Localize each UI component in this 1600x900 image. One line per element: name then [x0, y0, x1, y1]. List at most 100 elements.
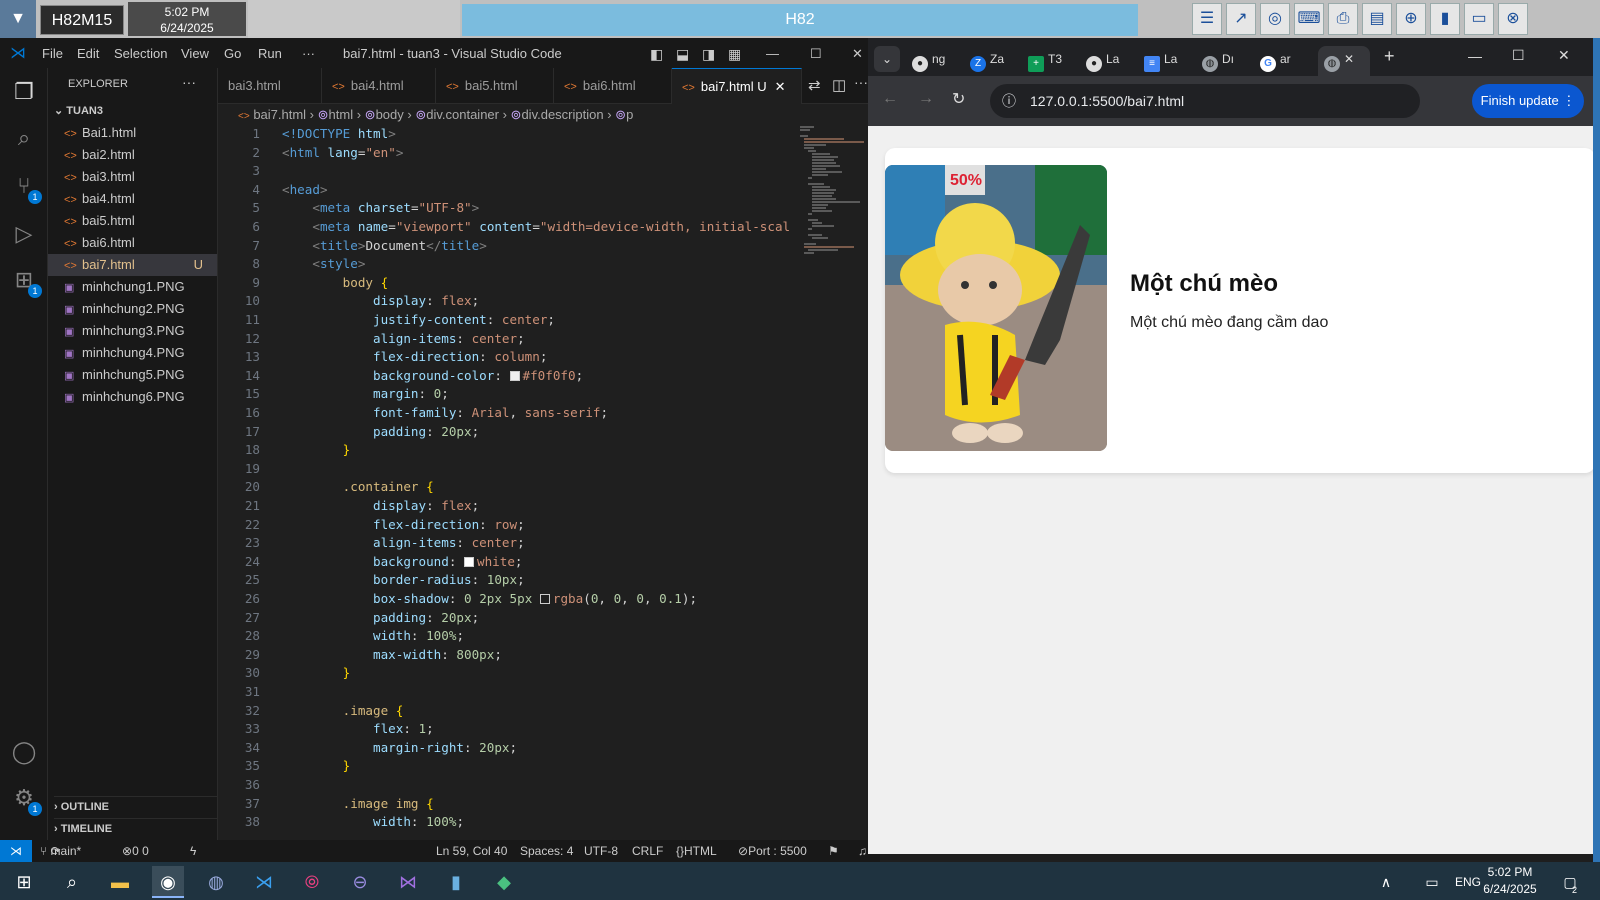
live-server[interactable]: ⊘ Port : 5500	[738, 840, 807, 862]
site-info-icon[interactable]: ⓘ	[1002, 84, 1016, 118]
layout-panel-icon[interactable]: ⬓	[676, 46, 689, 63]
bolt-icon[interactable]: ϟ	[190, 840, 196, 862]
vscode-icon[interactable]: ⋊	[248, 866, 280, 898]
bell-icon[interactable]: ♫	[858, 840, 867, 862]
recorder-icon[interactable]: ⦾	[296, 866, 328, 898]
file-explorer-icon[interactable]: ▬	[104, 866, 136, 898]
file-bai2[interactable]: <> bai2.html	[48, 144, 217, 166]
close-icon[interactable]: ✕	[1344, 52, 1354, 66]
layout-secondary-icon[interactable]: ◨	[702, 46, 715, 63]
visual-studio-icon[interactable]: ⋈	[392, 866, 424, 898]
breadcrumb-item[interactable]: div.container	[426, 107, 499, 122]
line-ending[interactable]: CRLF	[632, 840, 663, 862]
search-icon[interactable]: ⌕	[10, 124, 38, 152]
outline-section[interactable]: › OUTLINE	[54, 796, 217, 813]
more-icon[interactable]: ···	[182, 74, 196, 90]
chevron-up-icon[interactable]: ∧	[1370, 866, 1402, 898]
menu-edit[interactable]: Edit	[77, 46, 99, 61]
back-icon[interactable]: ←	[882, 90, 898, 108]
chart-icon[interactable]: ↗	[1226, 3, 1256, 35]
reload-icon[interactable]: ↻	[952, 89, 965, 109]
file-bai5[interactable]: <> bai5.html	[48, 210, 217, 232]
git-icon[interactable]: ◆	[488, 866, 520, 898]
minimize-icon[interactable]: —	[1468, 48, 1482, 64]
menu-selection[interactable]: Selection	[114, 46, 167, 61]
chevron-down-icon[interactable]: ▼	[0, 0, 36, 38]
layout-sidebar-icon[interactable]: ◧	[650, 46, 663, 63]
run-debug-icon[interactable]: ▷	[10, 220, 38, 248]
timeline-section[interactable]: › TIMELINE	[54, 818, 217, 835]
feedback-icon[interactable]: ⚑	[828, 840, 839, 862]
chrome-tab[interactable]: Gar	[1260, 46, 1300, 72]
chrome-tab[interactable]: ≡ La	[1144, 46, 1184, 72]
file-bai4[interactable]: <> bai4.html	[48, 188, 217, 210]
notebook-icon[interactable]: ▮	[440, 866, 472, 898]
close-icon[interactable]: ✕	[852, 46, 863, 62]
help-icon[interactable]: ⊗	[1498, 3, 1528, 35]
chat-icon[interactable]: ▭	[1464, 3, 1494, 35]
menu-more[interactable]: ···	[302, 46, 315, 61]
book-icon[interactable]: ▮	[1430, 3, 1460, 35]
file-minhchung3[interactable]: ▣ minhchung3.PNG	[48, 320, 217, 342]
code-editor[interactable]: 1 <!DOCTYPE html> 2 <html lang="en"> 3 4 <h…	[218, 126, 796, 840]
chrome-tab[interactable]: Z Za	[970, 46, 1010, 72]
close-icon[interactable]: ✕	[775, 79, 786, 94]
chrome-tab[interactable]: ● ng	[912, 46, 952, 72]
keyboard-icon[interactable]: ⌨	[1294, 3, 1324, 35]
printer-icon[interactable]: ⎙	[1328, 3, 1358, 35]
chrome-icon[interactable]: ◉	[152, 866, 184, 898]
minimize-icon[interactable]: —	[766, 46, 779, 61]
notifications-icon[interactable]: ▢ 2	[1554, 866, 1586, 898]
taskbar-clock[interactable]: 5:02 PM 6/24/2025	[1470, 864, 1550, 900]
menu-go[interactable]: Go	[224, 46, 241, 61]
remote-icon[interactable]: ⋊	[0, 840, 32, 862]
globe-icon[interactable]: ⊕	[1396, 3, 1426, 35]
cursor-position[interactable]: Ln 59, Col 40	[436, 840, 507, 862]
minimap[interactable]	[796, 126, 866, 840]
file-minhchung6[interactable]: ▣ minhchung6.PNG	[48, 386, 217, 408]
finish-update-button[interactable]: Finish update ⋮	[1472, 84, 1584, 118]
split-editor-icon[interactable]: ◫	[832, 76, 846, 94]
new-tab-icon[interactable]: +	[1384, 46, 1395, 67]
encoding[interactable]: UTF-8	[584, 840, 618, 862]
file-minhchung1[interactable]: ▣ minhchung1.PNG	[48, 276, 217, 298]
branch-indicator[interactable]: ⑂ main* ⟳	[40, 840, 81, 862]
file-bai3[interactable]: <> bai3.html	[48, 166, 217, 188]
breadcrumb-item[interactable]: div.description	[521, 107, 603, 122]
tab-search-icon[interactable]: ⌄	[874, 46, 900, 72]
breadcrumb-item[interactable]: html	[329, 107, 354, 122]
file-bai6[interactable]: <> bai6.html	[48, 232, 217, 254]
problems-indicator[interactable]: ⊗ 0 0	[122, 840, 149, 862]
tab-bai5[interactable]: <> bai5.html	[436, 68, 554, 104]
file-minhchung2[interactable]: ▣ minhchung2.PNG	[48, 298, 217, 320]
chrome-tab[interactable]: + T3	[1028, 46, 1068, 72]
settings-gear-icon[interactable]: ⚙ 1	[10, 784, 42, 816]
menu-view[interactable]: View	[181, 46, 209, 61]
layout-custom-icon[interactable]: ▦	[728, 46, 741, 63]
files-icon[interactable]: ❐	[10, 78, 38, 106]
close-icon[interactable]: ✕	[1558, 47, 1570, 64]
search-icon[interactable]: ⌕	[56, 866, 88, 898]
list-icon[interactable]: ☰	[1192, 3, 1222, 35]
file-minhchung5[interactable]: ▣ minhchung5.PNG	[48, 364, 217, 386]
file-minhchung4[interactable]: ▣ minhchung4.PNG	[48, 342, 217, 364]
chrome-tab-active[interactable]: ◍ ✕	[1318, 46, 1370, 76]
tab-bai3[interactable]: bai3.html	[218, 68, 322, 104]
window-icon[interactable]: ▤	[1362, 3, 1392, 35]
maximize-icon[interactable]: ☐	[810, 46, 822, 62]
network-icon[interactable]: ▭	[1416, 866, 1448, 898]
language-mode[interactable]: {} HTML	[676, 840, 717, 862]
chrome-tab[interactable]: ● La	[1086, 46, 1126, 72]
tab-bai4[interactable]: <> bai4.html	[322, 68, 436, 104]
folder-tuan3[interactable]: ⌄ TUAN3	[54, 104, 103, 117]
compare-icon[interactable]: ⇄	[808, 76, 821, 94]
windows-start-icon[interactable]: ⊞	[8, 866, 40, 898]
app-icon[interactable]: ◍	[200, 866, 232, 898]
indentation[interactable]: Spaces: 4	[520, 840, 573, 862]
eclipse-icon[interactable]: ⊖	[344, 866, 376, 898]
menu-run[interactable]: Run	[258, 46, 282, 61]
account-icon[interactable]: ◯	[10, 738, 38, 766]
menu-file[interactable]: File	[42, 46, 63, 61]
file-bai1[interactable]: <> Bai1.html	[48, 122, 217, 144]
tab-bai6[interactable]: <> bai6.html	[554, 68, 672, 104]
